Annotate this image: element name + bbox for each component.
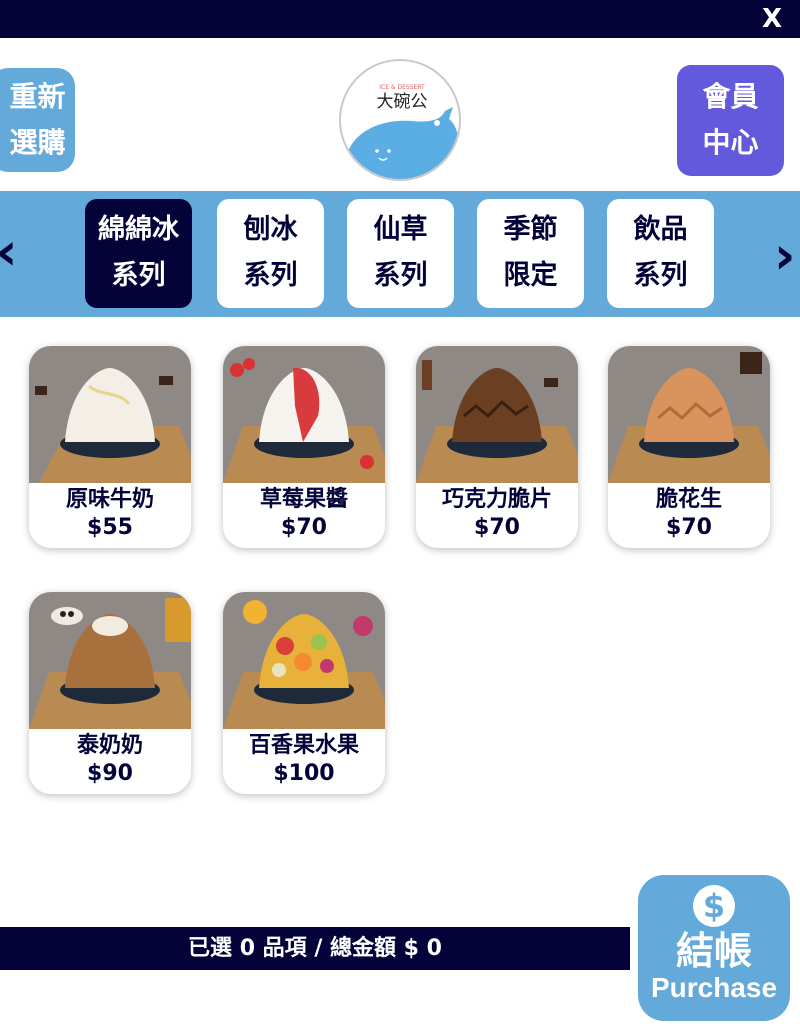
reset-label-line2: 選購 xyxy=(9,126,66,159)
product-price: $100 xyxy=(273,761,335,786)
reset-selection-button[interactable]: 重新 選購 xyxy=(0,68,75,172)
tab-label-line2: 系列 xyxy=(111,260,166,291)
close-button[interactable]: X xyxy=(762,4,782,34)
tab-label-line1: 刨冰 xyxy=(243,214,298,245)
tab-shaved-ice[interactable]: 刨冰 系列 xyxy=(217,199,324,308)
member-label-line1: 會員 xyxy=(702,80,759,113)
chevron-right-icon[interactable]: › xyxy=(774,230,795,282)
logo-text: 大碗公 xyxy=(377,92,428,112)
purchase-label-zh: 結帳 xyxy=(675,929,752,973)
product-name: 原味牛奶 xyxy=(65,487,154,512)
tab-label-line2: 系列 xyxy=(633,260,688,291)
brand-logo: 大碗公 ICE & DESSERT xyxy=(339,59,461,181)
member-label-line2: 中心 xyxy=(702,126,759,159)
logo-tagline: ICE & DESSERT xyxy=(379,84,425,91)
product-price: $90 xyxy=(87,761,133,786)
reset-label-line1: 重新 xyxy=(9,80,66,113)
product-name: 百香果水果 xyxy=(248,733,359,758)
fruit-ice-photo xyxy=(223,592,385,729)
product-card-milk[interactable]: 原味牛奶 $55 xyxy=(29,346,191,548)
product-price: $70 xyxy=(474,515,520,540)
tab-label-line1: 仙草 xyxy=(373,214,428,245)
product-card-strawberry[interactable]: 草莓果醬 $70 xyxy=(223,346,385,548)
peanut-ice-photo xyxy=(608,346,770,483)
product-card-thai-tea[interactable]: 泰奶奶 $90 xyxy=(29,592,191,794)
tab-drinks[interactable]: 飲品 系列 xyxy=(607,199,714,308)
whale-logo-icon: 大碗公 ICE & DESSERT xyxy=(345,84,459,179)
tab-mianmian-ice[interactable]: 綿綿冰 系列 xyxy=(85,199,192,308)
product-name: 巧克力脆片 xyxy=(441,487,552,512)
product-card-fruit[interactable]: 百香果水果 $100 xyxy=(223,592,385,794)
member-center-button[interactable]: 會員 中心 xyxy=(677,65,784,176)
chocolate-ice-photo xyxy=(416,346,578,483)
purchase-button[interactable]: $ 結帳 Purchase xyxy=(638,875,790,1021)
tab-label-line2: 限定 xyxy=(503,260,558,291)
product-price: $70 xyxy=(281,515,327,540)
product-name: 泰奶奶 xyxy=(76,733,143,758)
chevron-left-icon[interactable]: ‹ xyxy=(0,226,17,278)
product-card-chocolate[interactable]: 巧克力脆片 $70 xyxy=(416,346,578,548)
product-card-peanut[interactable]: 脆花生 $70 xyxy=(608,346,770,548)
milk-ice-photo xyxy=(29,346,191,483)
thai-tea-ice-photo xyxy=(29,592,191,729)
product-name: 脆花生 xyxy=(655,487,722,512)
tab-label-line1: 飲品 xyxy=(633,214,688,245)
tab-label-line1: 綿綿冰 xyxy=(98,214,179,245)
strawberry-ice-photo xyxy=(223,346,385,483)
tab-grass-jelly[interactable]: 仙草 系列 xyxy=(347,199,454,308)
order-summary-bar: 已選 0 品項 / 總金額 $ 0 xyxy=(0,927,630,970)
tab-label-line1: 季節 xyxy=(503,214,558,245)
tab-label-line2: 系列 xyxy=(373,260,428,291)
purchase-label-en: Purchase xyxy=(650,972,778,1003)
top-bar: X xyxy=(0,0,800,38)
product-price: $70 xyxy=(666,515,712,540)
dollar-icon: $ xyxy=(693,885,735,927)
tab-seasonal[interactable]: 季節 限定 xyxy=(477,199,584,308)
product-price: $55 xyxy=(87,515,133,540)
product-name: 草莓果醬 xyxy=(259,487,348,512)
tab-label-line2: 系列 xyxy=(243,260,298,291)
